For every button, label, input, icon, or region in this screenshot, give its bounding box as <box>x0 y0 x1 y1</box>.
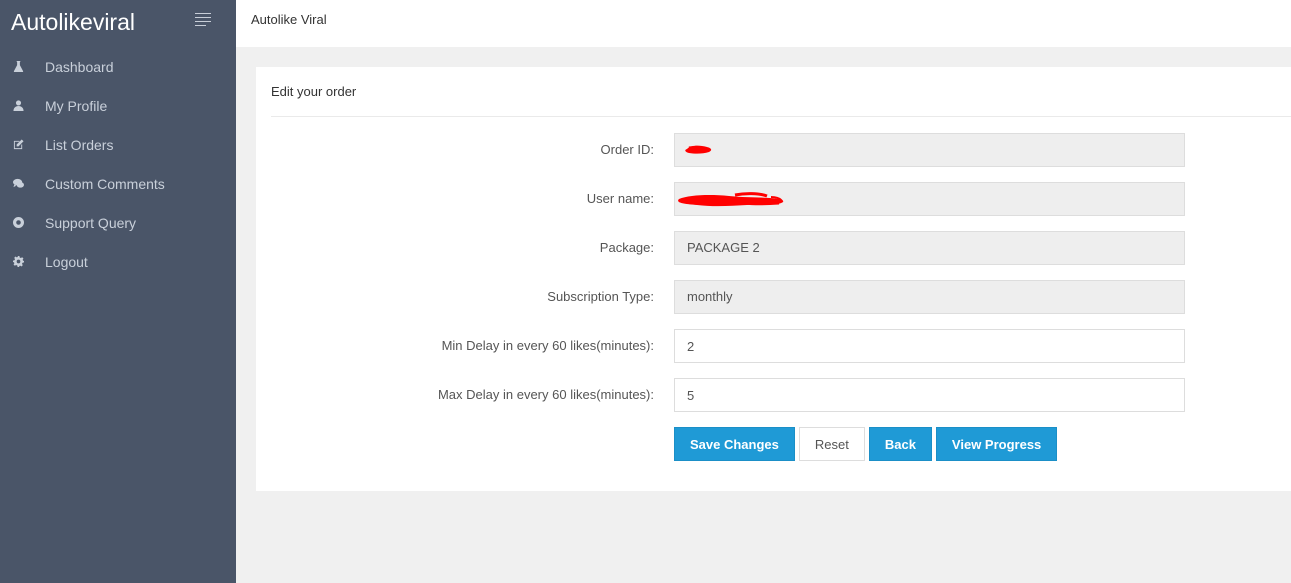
order-id-field <box>674 133 1185 167</box>
subscription-type-field: monthly <box>674 280 1185 314</box>
sidebar-item-custom-comments[interactable]: Custom Comments <box>0 164 236 203</box>
form-row-order-id: Order ID: <box>256 133 1291 167</box>
form-row-package: Package: PACKAGE 2 <box>256 231 1291 265</box>
panel-title: Edit your order <box>271 84 357 99</box>
sidebar-item-label: Logout <box>45 253 88 270</box>
field-label: Min Delay in every 60 likes(minutes): <box>441 338 654 353</box>
brand-logo[interactable]: Autolikeviral <box>11 9 135 36</box>
sidebar-nav: Dashboard My Profile List Orders Custom … <box>0 47 236 281</box>
redaction-mark <box>685 145 712 154</box>
form-row-subscription-type: Subscription Type: monthly <box>256 280 1291 314</box>
field-label: Subscription Type: <box>547 289 654 304</box>
sidebar-item-label: Dashboard <box>45 58 114 75</box>
field-label: Order ID: <box>600 142 654 157</box>
sidebar: Autolikeviral Dashboard My Profile List … <box>0 0 236 583</box>
sidebar-item-label: My Profile <box>45 97 108 114</box>
package-field: PACKAGE 2 <box>674 231 1185 265</box>
comments-icon <box>12 178 24 190</box>
field-label: User name: <box>586 191 654 206</box>
gear-icon <box>12 256 24 268</box>
sidebar-item-support-query[interactable]: Support Query <box>0 203 236 242</box>
menu-toggle-icon[interactable] <box>195 13 211 26</box>
sidebar-item-label: List Orders <box>45 136 114 153</box>
form-row-user-name: User name: <box>256 182 1291 216</box>
sidebar-item-logout[interactable]: Logout <box>0 242 236 281</box>
save-changes-button[interactable]: Save Changes <box>674 427 795 461</box>
top-bar: Autolike Viral <box>236 0 1291 47</box>
user-icon <box>12 100 24 112</box>
page-title: Autolike Viral <box>251 12 327 27</box>
field-label: Package: <box>599 240 654 255</box>
form-row-max-delay: Max Delay in every 60 likes(minutes): <box>256 378 1291 412</box>
sidebar-item-label: Custom Comments <box>45 175 165 192</box>
form-actions: Save Changes Reset Back View Progress <box>674 427 1058 461</box>
sidebar-item-my-profile[interactable]: My Profile <box>0 86 236 125</box>
sidebar-item-label: Support Query <box>45 214 137 231</box>
redaction-mark <box>678 192 784 207</box>
back-button[interactable]: Back <box>868 427 932 461</box>
sidebar-item-dashboard[interactable]: Dashboard <box>0 47 236 86</box>
reset-button[interactable]: Reset <box>798 427 865 461</box>
form-row-min-delay: Min Delay in every 60 likes(minutes): <box>256 329 1291 363</box>
max-delay-input[interactable] <box>674 378 1185 412</box>
sidebar-item-list-orders[interactable]: List Orders <box>0 125 236 164</box>
edit-order-panel: Edit your order Order ID: User name: Pac… <box>256 67 1291 491</box>
lifebuoy-icon <box>12 217 24 229</box>
min-delay-input[interactable] <box>674 329 1185 363</box>
field-label: Max Delay in every 60 likes(minutes): <box>437 387 654 402</box>
user-name-field <box>674 182 1185 216</box>
view-progress-button[interactable]: View Progress <box>935 427 1058 461</box>
flask-icon <box>12 61 24 73</box>
divider <box>271 116 1291 117</box>
edit-icon <box>12 139 24 151</box>
